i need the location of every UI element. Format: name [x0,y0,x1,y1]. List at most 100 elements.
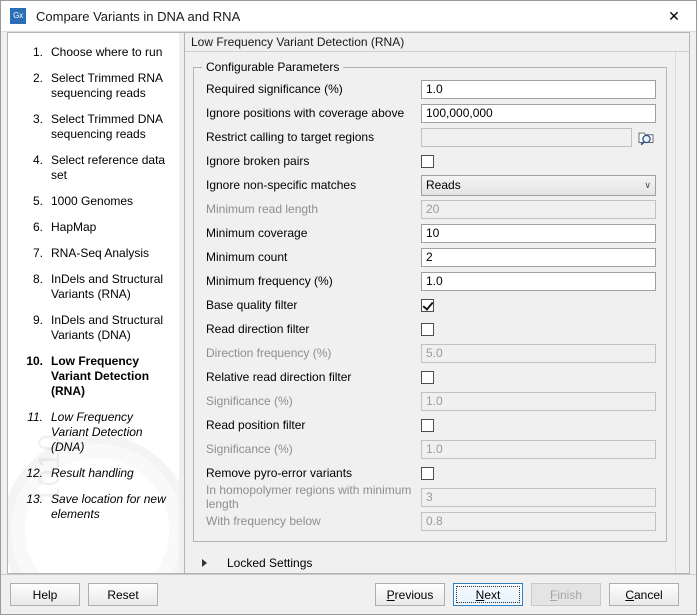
parameter-label: Read direction filter [204,322,421,336]
parameter-row: Read direction filter [204,317,656,341]
sidebar-step-2[interactable]: 2. Select Trimmed RNA sequencing reads [8,68,179,104]
button-label: Finish [550,588,582,602]
sidebar-step-8[interactable]: 8. InDels and Structural Variants (RNA) [8,269,179,305]
parameter-row: Significance (%)1.0 [204,437,656,461]
text-field[interactable] [421,128,632,147]
parameter-label: Remove pyro-error variants [204,466,421,480]
parameter-row: Ignore broken pairs [204,149,656,173]
sidebar-step-5[interactable]: 5. 1000 Genomes [8,191,179,212]
sidebar-step-10[interactable]: 10.Low Frequency Variant Detection (RNA) [8,351,179,402]
parameter-row: Minimum read length20 [204,197,656,221]
sidebar-step-12[interactable]: 12. Result handling [8,463,179,484]
step-label: Low Frequency Variant Detection (DNA) [51,410,171,455]
cancel-button[interactable]: Cancel [609,583,679,606]
checkbox-checked[interactable] [421,299,434,312]
step-number: 11. [22,410,43,455]
checkbox-unchecked[interactable] [421,419,434,432]
vertical-scrollbar[interactable] [675,52,689,573]
wizard-steps-sidebar: 1.Choose where to run 2. Select Trimmed RN… [7,32,179,574]
text-field[interactable]: 1.0 [421,272,656,291]
step-number: 12. [22,466,43,481]
checkbox-unchecked[interactable] [421,155,434,168]
step-label: 1000 Genomes [51,194,133,209]
sidebar-step-9[interactable]: 9.InDels and Structural Variants (DNA) [8,310,179,346]
step-label: Low Frequency Variant Detection (RNA) [51,354,171,399]
parameter-row: Base quality filter [204,293,656,317]
text-field: 5.0 [421,344,656,363]
close-icon[interactable]: ✕ [652,1,696,31]
steps-list: 1.Choose where to run 2. Select Trimmed RN… [8,42,179,525]
parameter-row: Minimum count2 [204,245,656,269]
text-field: 3 [421,488,656,507]
step-number: 9. [22,313,43,343]
finish-button: Finish [531,583,601,606]
text-field[interactable]: 100,000,000 [421,104,656,123]
parameter-label: Minimum coverage [204,226,421,240]
parameter-row: Relative read direction filter [204,365,656,389]
checkbox-unchecked[interactable] [421,323,434,336]
text-field[interactable]: 10 [421,224,656,243]
step-label: Select Trimmed RNA sequencing reads [51,71,171,101]
parameter-label: Significance (%) [204,394,421,408]
parameter-label: Significance (%) [204,442,421,456]
parameter-row: Significance (%)1.0 [204,389,656,413]
sidebar-step-11[interactable]: 11. Low Frequency Variant Detection (DNA) [8,407,179,458]
step-label: HapMap [51,220,96,235]
parameter-row: Required significance (%)1.0 [204,77,656,101]
footer-right-buttons: Previous Next Finish Cancel [375,583,687,606]
locked-settings-label: Locked Settings [227,556,312,570]
app-icon: Gx [10,8,26,24]
button-label: Cancel [625,588,662,602]
dropdown-select[interactable]: Reads∨ [421,175,656,196]
next-button[interactable]: Next [453,583,523,606]
reset-button[interactable]: Reset [88,583,158,606]
parameter-label: Read position filter [204,418,421,432]
step-label: Choose where to run [51,45,162,60]
text-field: 1.0 [421,392,656,411]
step-label: Result handling [51,466,134,481]
parameter-label: Minimum read length [204,202,421,216]
locked-settings-toggle[interactable]: Locked Settings [193,556,667,570]
chevron-down-icon: ∨ [644,176,651,195]
content-inner: Configurable Parameters Required signifi… [185,52,675,573]
text-field: 1.0 [421,440,656,459]
content-panel: Low Frequency Variant Detection (RNA) Co… [184,32,690,574]
text-field: 0.8 [421,512,656,531]
step-label: Select reference data set [51,153,171,183]
sidebar-step-4[interactable]: 4.Select reference data set [8,150,179,186]
checkbox-unchecked[interactable] [421,467,434,480]
parameter-row: Minimum frequency (%)1.0 [204,269,656,293]
footer-left-buttons: Help Reset [10,583,166,606]
checkbox-unchecked[interactable] [421,371,434,384]
sidebar-step-13[interactable]: 13.Save location for new elements [8,489,179,525]
dialog-body: 1.Choose where to run 2. Select Trimmed RN… [1,32,696,574]
group-legend: Configurable Parameters [202,60,343,74]
button-label: Next [476,588,501,602]
parameter-label: Relative read direction filter [204,370,421,384]
parameter-row: Minimum coverage10 [204,221,656,245]
text-field[interactable]: 2 [421,248,656,267]
sidebar-step-6[interactable]: 6.HapMap [8,217,179,238]
parameter-label: With frequency below [204,514,421,528]
help-button[interactable]: Help [10,583,80,606]
text-field: 20 [421,200,656,219]
dialog-window: Gx Compare Variants in DNA and RNA ✕ 1.C… [0,0,697,615]
browse-field-wrapper [421,128,656,147]
step-label: RNA-Seq Analysis [51,246,149,261]
step-label: InDels and Structural Variants (RNA) [51,272,171,302]
folder-search-icon[interactable] [637,128,656,147]
step-number: 2. [22,71,43,101]
sidebar-step-7[interactable]: 7.RNA-Seq Analysis [8,243,179,264]
previous-button[interactable]: Previous [375,583,445,606]
sidebar-step-1[interactable]: 1.Choose where to run [8,42,179,63]
sidebar-step-3[interactable]: 3.Select Trimmed DNA sequencing reads [8,109,179,145]
panel-header-title: Low Frequency Variant Detection (RNA) [185,33,689,52]
text-field[interactable]: 1.0 [421,80,656,99]
step-number: 5. [22,194,43,209]
parameter-label: Minimum count [204,250,421,264]
content-scroll-area: Configurable Parameters Required signifi… [185,52,689,573]
title-bar: Gx Compare Variants in DNA and RNA ✕ [1,1,696,32]
step-number: 8. [22,272,43,302]
parameter-label: Ignore positions with coverage above [204,106,421,120]
chevron-right-icon [202,559,207,567]
